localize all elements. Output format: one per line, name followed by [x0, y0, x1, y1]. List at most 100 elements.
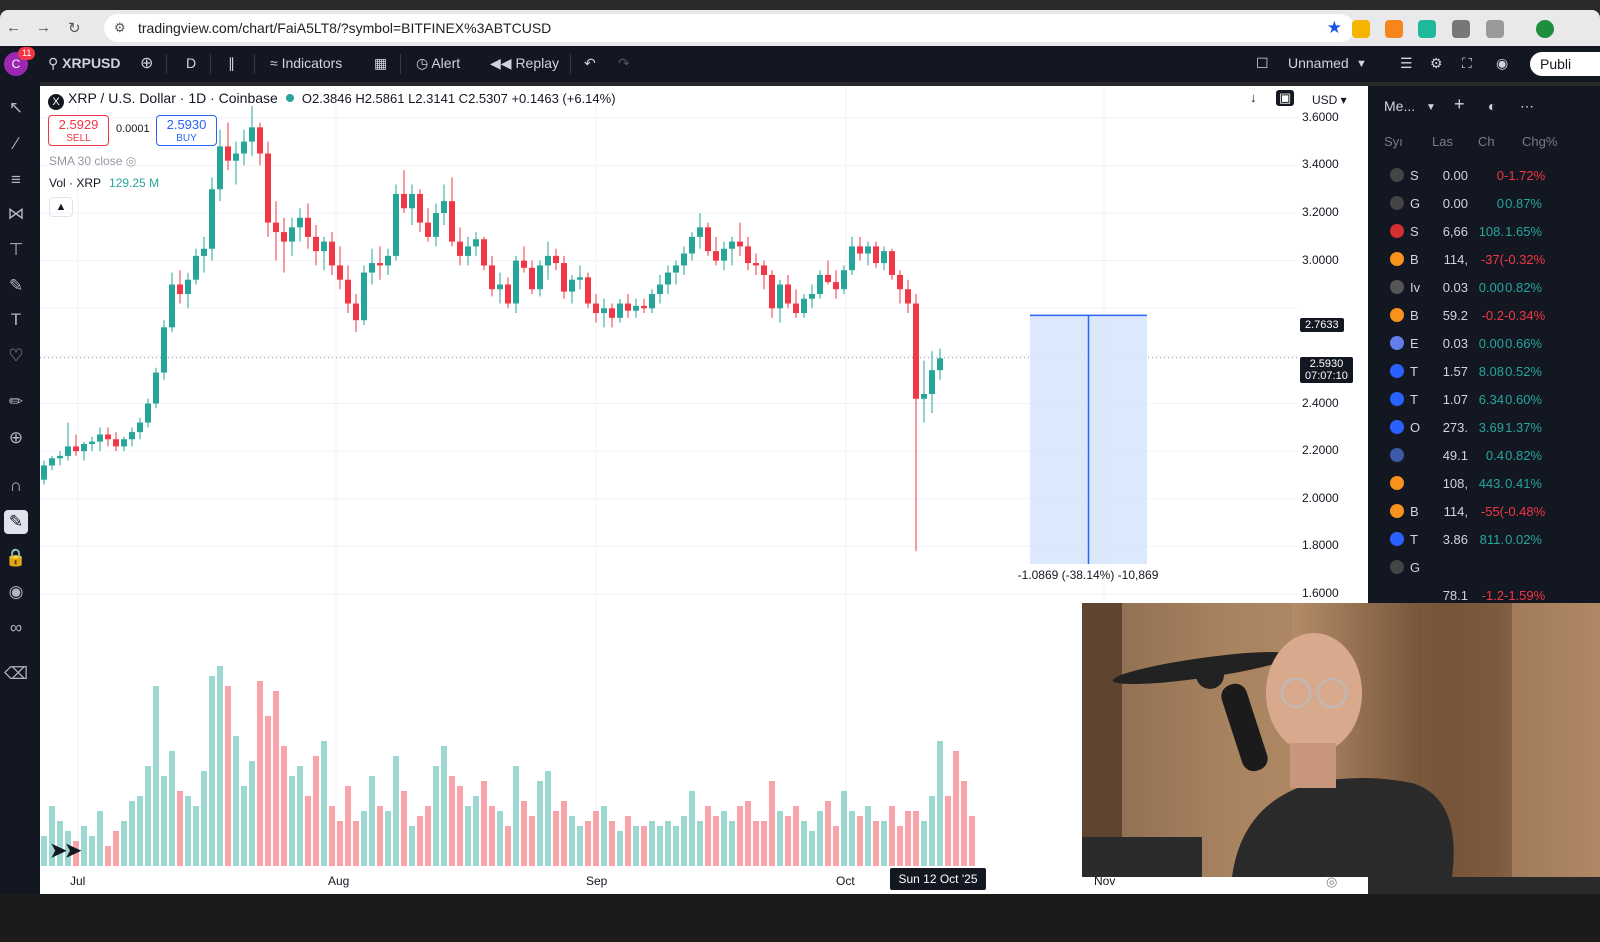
watchlist-row[interactable]: T 1.07 6.34 0.60%	[1368, 385, 1600, 413]
compare-symbol-plus-icon[interactable]: ⊕	[140, 53, 153, 73]
watchlist-row[interactable]: O 273. 3.69 1.37%	[1368, 413, 1600, 441]
extension-icon[interactable]	[1418, 20, 1436, 38]
watchlist-symbol: B	[1410, 504, 1419, 519]
watchlist-last: 114,	[1443, 252, 1468, 267]
pattern-icon[interactable]: ⋈	[4, 202, 28, 226]
volume-bar	[169, 751, 175, 866]
candle-body	[153, 372, 159, 404]
candle-body	[569, 279, 575, 292]
watchlist-row[interactable]: S 6,66 108. 1.65%	[1368, 217, 1600, 245]
link-icon[interactable]: ∞	[4, 616, 28, 640]
extension-icon[interactable]	[1452, 20, 1470, 38]
fib-lines-icon[interactable]: ≡	[4, 168, 28, 192]
watchlist-row[interactable]: B 114, -55(-0.48%	[1368, 497, 1600, 525]
lock-icon[interactable]: 🔒	[4, 546, 28, 570]
fullscreen-icon[interactable]: ⛶	[1462, 55, 1472, 72]
back-arrow-icon[interactable]: ←	[6, 19, 21, 36]
advanced-view-icon[interactable]: ◐	[1488, 98, 1496, 114]
brush-icon[interactable]: ✎	[4, 274, 28, 298]
site-settings-icon[interactable]: ⚙	[114, 20, 126, 36]
indicators-button[interactable]: ≈ Indicators	[270, 55, 342, 71]
ruler-icon[interactable]: ✏	[4, 390, 28, 414]
eye-icon[interactable]: ◉	[4, 580, 28, 604]
watchlist-change-pct: -0.32%	[1504, 252, 1546, 267]
more-options-icon[interactable]: ⋯	[1520, 98, 1534, 115]
watchlist-column-header[interactable]: Syı	[1384, 134, 1403, 149]
sell-button[interactable]: 2.5929 SELL	[48, 115, 109, 146]
add-symbol-plus-icon[interactable]: +	[1454, 94, 1465, 115]
buy-button[interactable]: 2.5930 BUY	[156, 115, 217, 146]
volume-bar	[673, 826, 679, 866]
forward-arrow-icon[interactable]: →	[36, 19, 51, 36]
volume-bar	[785, 816, 791, 866]
layout-checkbox-icon[interactable]: ☐	[1256, 55, 1269, 72]
hidden-eye-icon[interactable]: ◎	[126, 154, 136, 168]
undo-icon[interactable]: ↶	[584, 55, 596, 72]
watchlist-row[interactable]: 108, 443. 0.41%	[1368, 469, 1600, 497]
candle-body	[913, 303, 919, 399]
layout-chevron-down-icon[interactable]: ▼	[1356, 58, 1367, 70]
extensions-puzzle-icon[interactable]	[1486, 20, 1504, 38]
publish-button[interactable]: Publi	[1530, 52, 1600, 76]
interval-button[interactable]: D	[186, 55, 196, 71]
camera-screenshot-icon[interactable]: ◉	[1496, 55, 1508, 72]
lock-drawing-icon[interactable]: ✎	[4, 510, 28, 534]
scroll-down-arrow-icon[interactable]: ↓	[1250, 90, 1257, 105]
volume-bar	[265, 716, 271, 866]
templates-grid-icon[interactable]: ▦	[374, 55, 387, 72]
watchlist-row[interactable]: B 59.2 -0.2 -0.34%	[1368, 301, 1600, 329]
candle-body	[889, 251, 895, 275]
watchlist-column-header[interactable]: Las	[1432, 134, 1453, 149]
menu-lines-icon[interactable]: ☰	[1400, 55, 1413, 72]
volume-bar	[249, 761, 255, 866]
volume-bar	[569, 816, 575, 866]
watchlist-row[interactable]: E 0.03 0.00 0.66%	[1368, 329, 1600, 357]
watchlist-chevron-down-icon[interactable]: ▼	[1426, 102, 1436, 113]
cursor-icon[interactable]: ↖	[4, 96, 28, 120]
watchlist-row[interactable]: G 0.00 0 0.87%	[1368, 189, 1600, 217]
watchlist-row[interactable]: 49.1 0.4 0.82%	[1368, 441, 1600, 469]
watchlist-last: 0.00	[1442, 168, 1468, 183]
watchlist-row[interactable]: S 0.00 0 -1.72%	[1368, 161, 1600, 189]
alert-button[interactable]: ◷ Alert	[416, 55, 460, 72]
replay-button[interactable]: ◀◀ Replay	[490, 55, 559, 72]
bookmark-star-icon[interactable]: ★	[1327, 18, 1342, 38]
zoom-icon[interactable]: ⊕	[4, 426, 28, 450]
volume-bar	[881, 821, 887, 866]
watchlist-symbol: Iv	[1410, 280, 1421, 295]
address-bar[interactable]: ⚙ tradingview.com/chart/FaiA5LT8/?symbol…	[104, 14, 1354, 42]
reload-icon[interactable]: ↻	[68, 19, 81, 37]
legend-title[interactable]: XRP / U.S. Dollar · 1D · Coinbase	[68, 90, 278, 106]
trash-icon[interactable]: ⌫	[4, 662, 28, 686]
magnet-icon[interactable]: ∩	[4, 474, 28, 498]
metamask-extension-icon[interactable]	[1385, 20, 1403, 38]
watchlist-column-header[interactable]: Ch	[1478, 134, 1495, 149]
extension-icon[interactable]	[1352, 20, 1370, 38]
heart-icon[interactable]: ♡	[4, 344, 28, 368]
watchlist-column-header[interactable]: Chg%	[1522, 134, 1557, 149]
settings-gear-icon[interactable]: ⚙	[1430, 55, 1443, 72]
projection-icon[interactable]: ⊤	[4, 238, 28, 262]
redo-icon[interactable]: ↷	[618, 55, 630, 72]
candles-chart-type-icon[interactable]: ∥	[228, 55, 235, 72]
profile-avatar-icon[interactable]	[1536, 20, 1554, 38]
watchlist-title[interactable]: Me...	[1384, 98, 1415, 114]
watchlist-row[interactable]: G	[1368, 553, 1600, 581]
symbol-search-button[interactable]: ⚲ XRPUSD	[48, 55, 121, 72]
candle-body	[857, 246, 863, 254]
sma-indicator-label[interactable]: SMA 30 close ◎	[49, 154, 136, 168]
layout-name[interactable]: Unnamed	[1288, 55, 1349, 71]
watchlist-row[interactable]: B 114, -37(-0.32%	[1368, 245, 1600, 273]
trend-line-icon[interactable]: ∕	[4, 132, 28, 156]
watchlist-row[interactable]: T 1.57 8.08 0.52%	[1368, 357, 1600, 385]
collapse-legend-chevron-up-icon[interactable]: ▲	[49, 197, 73, 217]
watchlist-row[interactable]: T 3.86 811. 0.02%	[1368, 525, 1600, 553]
volume-indicator-label[interactable]: Vol · XRP 129.25 M	[49, 176, 159, 190]
text-tool-icon[interactable]: T	[4, 308, 28, 332]
currency-select[interactable]: USD ▾	[1312, 90, 1356, 110]
auto-scale-icon[interactable]: ▣	[1276, 90, 1295, 106]
watchlist-last: 0.00	[1442, 196, 1468, 211]
symbol-logo-icon	[1390, 252, 1404, 266]
watchlist-row[interactable]: Iv 0.03 0.00 0.82%	[1368, 273, 1600, 301]
volume-bar	[185, 796, 191, 866]
